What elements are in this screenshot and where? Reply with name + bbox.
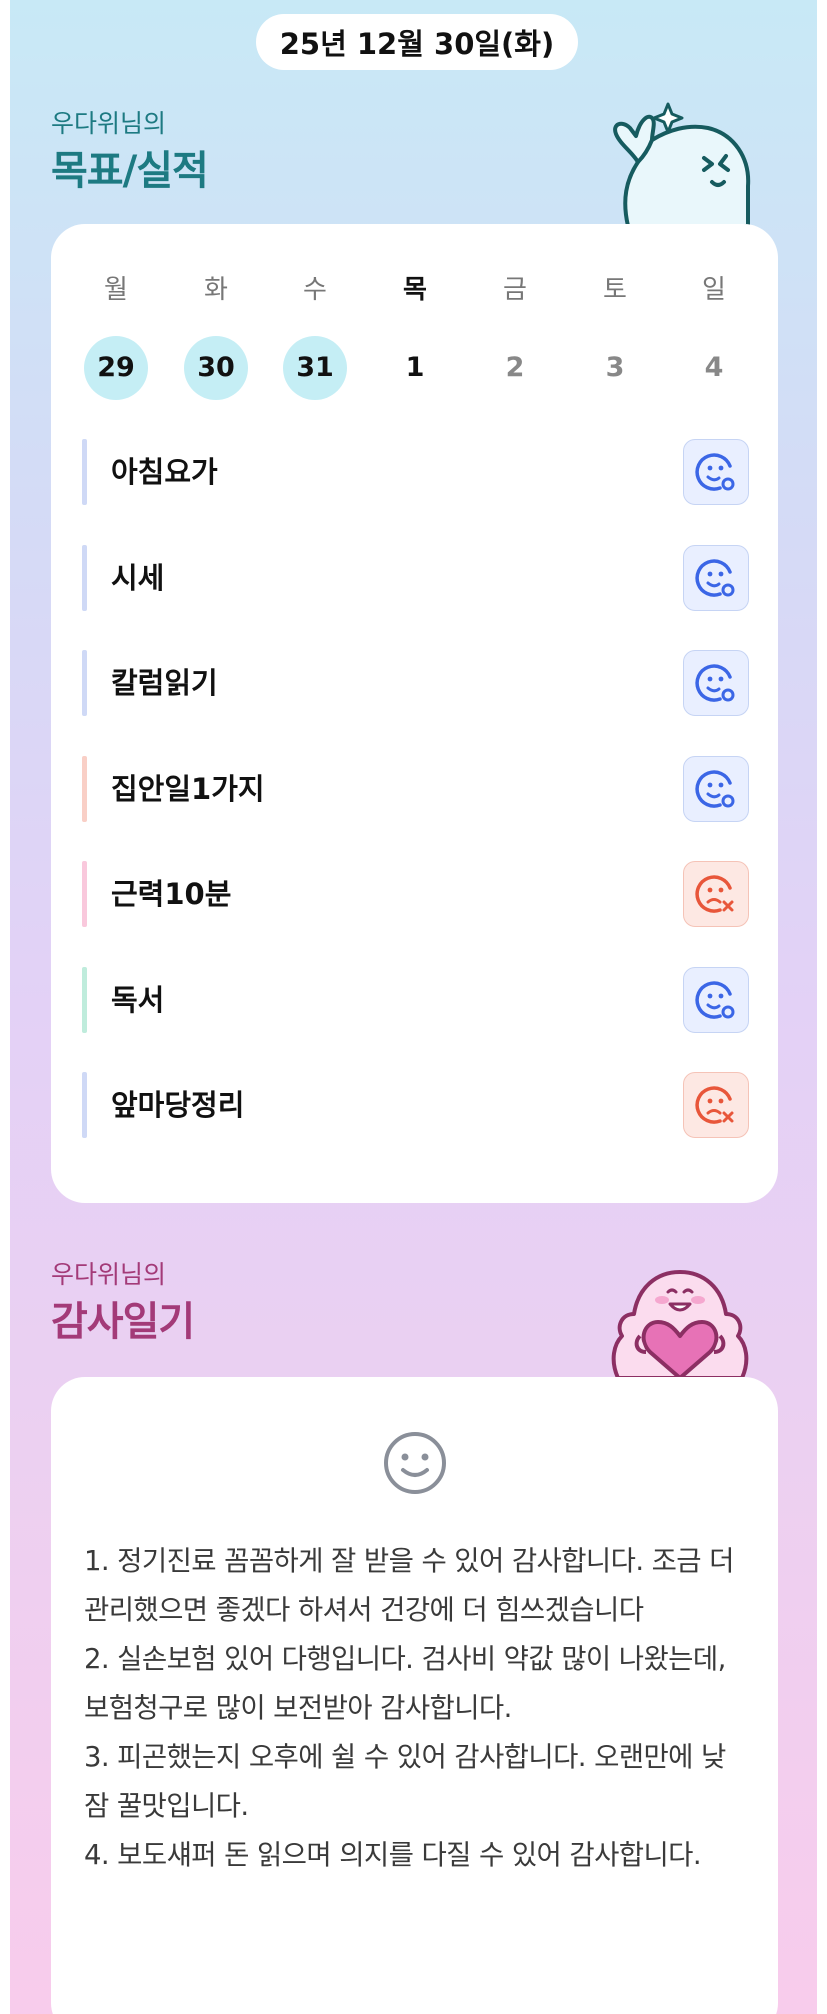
day-column[interactable]: 일 4 (679, 270, 749, 400)
goal-status-button[interactable] (683, 1072, 749, 1138)
day-column[interactable]: 수 31 (280, 270, 350, 400)
goal-color-bar (82, 650, 87, 716)
day-name: 목 (403, 275, 427, 305)
goals-title: 목표/실적 (51, 148, 209, 194)
goal-row[interactable]: 근력10분 (82, 861, 749, 927)
smile-check-icon (695, 769, 735, 808)
gratitude-card: 1. 정기진료 꼼꼼하게 잘 받을 수 있어 감사합니다. 조금 더 관리했으면… (51, 1377, 778, 2014)
goal-row[interactable]: 칼럼읽기 (82, 650, 749, 716)
goal-color-bar (82, 861, 87, 927)
day-number: 3 (605, 352, 625, 383)
smile-check-icon (695, 558, 735, 597)
heart-hugging-mascot (611, 1270, 749, 1378)
page: 25년 12월 30일(화) 우다위님의 목표/실적 월 29 화 30 수 3… (10, 0, 817, 2014)
goal-status-button[interactable] (683, 966, 749, 1033)
gratitude-text: 1. 정기진료 꼼꼼하게 잘 받을 수 있어 감사합니다. 조금 더 관리했으면… (84, 1545, 734, 1871)
goal-status-button[interactable] (683, 439, 749, 505)
waving-ghost-mascot (613, 102, 751, 226)
week-calendar: 월 29 화 30 수 31 목 1 금 2 토 3 일 4 (51, 270, 778, 410)
goal-color-bar (82, 439, 87, 505)
day-number: 4 (704, 352, 724, 383)
day-name: 토 (603, 275, 627, 305)
day-column[interactable]: 목 1 (380, 270, 450, 400)
sad-cross-icon (695, 1086, 734, 1124)
goal-color-bar (82, 755, 87, 822)
smile-check-icon (695, 453, 735, 491)
goal-row[interactable]: 집안일1가지 (82, 755, 749, 822)
day-number: 29 (84, 336, 148, 400)
day-column[interactable]: 월 29 (81, 270, 151, 400)
goal-label: 집안일1가지 (111, 771, 265, 806)
day-name: 월 (104, 275, 128, 305)
day-number: 30 (184, 336, 248, 400)
goal-status-button[interactable] (683, 650, 749, 716)
day-name: 금 (503, 275, 527, 305)
goal-label: 시세 (111, 560, 165, 595)
goal-color-bar (82, 966, 87, 1033)
gratitude-subtitle: 우다위님의 (51, 1260, 167, 1289)
goal-label: 근력10분 (111, 877, 232, 911)
day-column[interactable]: 토 3 (580, 270, 650, 400)
smile-check-icon (695, 664, 735, 702)
goal-color-bar (82, 1072, 87, 1138)
goal-label: 독서 (111, 982, 165, 1017)
gratitude-title: 감사일기 (51, 1299, 195, 1345)
goal-status-button[interactable] (683, 861, 749, 927)
goals-card: 월 29 화 30 수 31 목 1 금 2 토 3 일 4 아침요가 시세 칼… (51, 224, 778, 1203)
goal-row[interactable]: 앞마당정리 (82, 1072, 749, 1138)
goal-row[interactable]: 아침요가 (82, 439, 749, 505)
day-number: 31 (283, 336, 347, 400)
smile-check-icon (695, 980, 735, 1019)
goals-subtitle: 우다위님의 (51, 109, 167, 138)
goal-status-button[interactable] (683, 755, 749, 822)
goal-row[interactable]: 독서 (82, 966, 749, 1033)
day-number: 2 (505, 352, 525, 383)
day-name: 수 (303, 275, 327, 305)
goal-color-bar (82, 544, 87, 611)
day-number: 1 (405, 352, 425, 383)
date-pill[interactable]: 25년 12월 30일(화) (256, 14, 578, 70)
goal-status-button[interactable] (683, 544, 749, 611)
sad-cross-icon (695, 875, 734, 913)
goal-label: 아침요가 (111, 455, 218, 489)
day-column[interactable]: 금 2 (480, 270, 550, 400)
day-name: 일 (702, 275, 726, 305)
goal-label: 칼럼읽기 (111, 666, 218, 700)
goal-row[interactable]: 시세 (82, 544, 749, 611)
smile-face-icon[interactable] (382, 1430, 448, 1496)
goal-label: 앞마당정리 (111, 1088, 245, 1122)
day-name: 화 (204, 275, 228, 305)
day-column[interactable]: 화 30 (181, 270, 251, 400)
